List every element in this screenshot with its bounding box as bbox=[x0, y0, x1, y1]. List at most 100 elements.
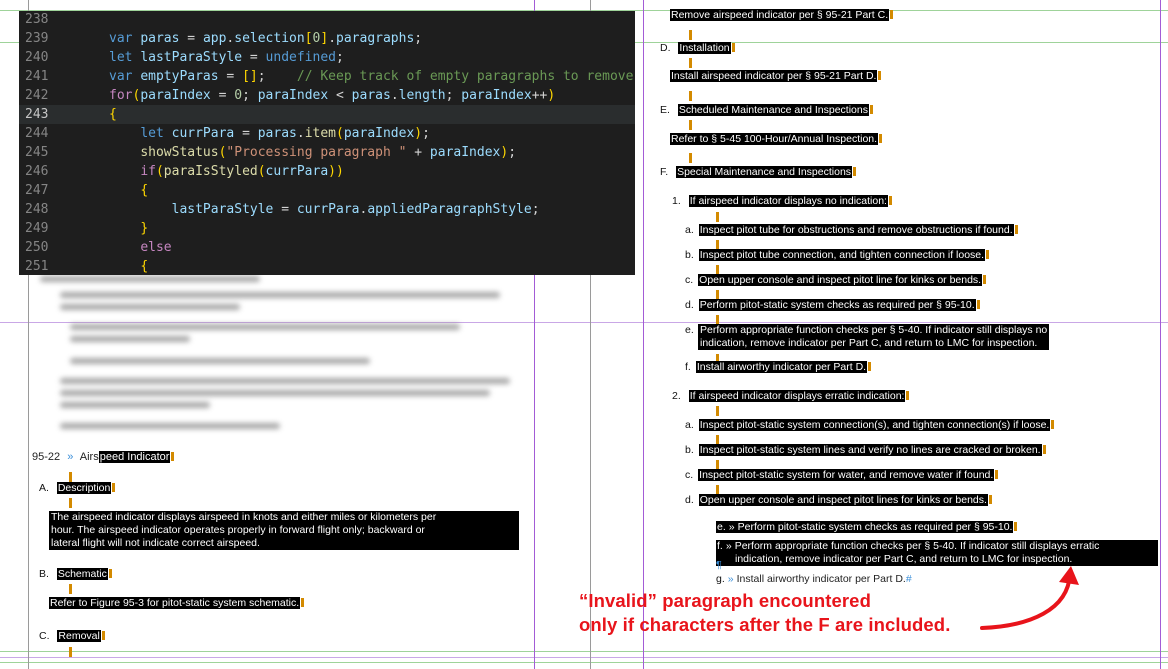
sub-f-invalid[interactable]: f.» Perform appropriate function checks p… bbox=[716, 540, 1158, 566]
list-item[interactable]: a. Inspect pitot tube for obstructions an… bbox=[685, 224, 1018, 237]
sub-f[interactable]: F. Special Maintenance and Inspections bbox=[660, 166, 857, 179]
code-line[interactable]: 244 let currPara = paras.item(paraIndex)… bbox=[19, 124, 635, 143]
list-item[interactable]: e. Perform appropriate function checks pe… bbox=[685, 324, 1050, 350]
code-line[interactable]: 251 { bbox=[19, 257, 635, 275]
line-number: 241 bbox=[25, 69, 49, 84]
code-text[interactable]: } bbox=[109, 219, 148, 238]
guide-bottom-3 bbox=[0, 662, 1168, 663]
list-item-label: a. bbox=[685, 419, 694, 431]
code-line[interactable]: 239 var paras = app.selection[0].paragrap… bbox=[19, 29, 635, 48]
sub-e-invalid-text: e.» Perform pitot-static system checks as… bbox=[716, 521, 1014, 533]
step-2[interactable]: 2. If airspeed indicator displays errati… bbox=[672, 390, 910, 403]
list-item-label: c. bbox=[685, 274, 694, 286]
schematic-body[interactable]: Refer to Figure 95-3 for pitot-static sy… bbox=[49, 597, 305, 610]
list-item-label: d. bbox=[685, 299, 694, 311]
sub-e-invalid-body: Perform pitot-static system checks as re… bbox=[737, 521, 1013, 533]
sub-e-title: Scheduled Maintenance and Inspections bbox=[677, 104, 869, 116]
list-item-text: Inspect pitot tube connection, and tight… bbox=[698, 249, 986, 261]
step-1[interactable]: 1. If airspeed indicator displays no ind… bbox=[672, 195, 892, 208]
section-heading[interactable]: 95-22 » Airspeed Indicator bbox=[32, 451, 175, 464]
code-line[interactable]: 246 if(paraIsStyled(currPara)) bbox=[19, 162, 635, 181]
remove-line[interactable]: Remove airspeed indicator per § 95-21 Pa… bbox=[670, 9, 894, 22]
description-body[interactable]: The airspeed indicator displays airspeed… bbox=[49, 511, 519, 550]
list-item[interactable]: d. Perform pitot-static system checks as … bbox=[685, 299, 980, 312]
remove-line-text: Remove airspeed indicator per § 95-21 Pa… bbox=[670, 9, 890, 21]
heading-selected-text: peed Indicator bbox=[98, 451, 171, 463]
sub-a-label: A. bbox=[39, 482, 49, 494]
line-number: 251 bbox=[25, 259, 49, 274]
code-text[interactable]: { bbox=[109, 105, 117, 124]
list-item-text: Inspect pitot tube for obstructions and … bbox=[698, 224, 1014, 236]
list-item[interactable]: d. Open upper console and inspect pitot l… bbox=[685, 494, 992, 507]
code-line[interactable]: 250 else bbox=[19, 238, 635, 257]
code-text[interactable]: { bbox=[109, 181, 148, 200]
sub-a[interactable]: A. Description bbox=[39, 482, 116, 495]
list-item-label: a. bbox=[685, 224, 694, 236]
pilcrow: ¶ bbox=[716, 559, 722, 571]
code-line[interactable]: 249 } bbox=[19, 219, 635, 238]
list-item-label: c. bbox=[685, 469, 694, 481]
list-item[interactable]: b. Inspect pitot tube connection, and tig… bbox=[685, 249, 990, 262]
list-item-text: Install airworthy indicator per Part D. bbox=[695, 361, 868, 373]
code-text[interactable]: else bbox=[109, 238, 171, 257]
sub-d[interactable]: D. Installation bbox=[660, 42, 735, 55]
step-2-label: 2. bbox=[672, 390, 681, 402]
code-text[interactable]: showStatus("Processing paragraph " + par… bbox=[109, 143, 516, 162]
code-text[interactable]: let lastParaStyle = undefined; bbox=[109, 48, 344, 67]
install-body[interactable]: Install airspeed indicator per § 95-21 P… bbox=[670, 70, 882, 83]
code-text[interactable]: lastParaStyle = currPara.appliedParagrap… bbox=[109, 200, 540, 219]
sub-e-invalid[interactable]: e.» Perform pitot-static system checks as… bbox=[716, 521, 1018, 534]
sub-g-text: Install airworthy indicator per Part D. bbox=[736, 573, 906, 585]
list-item[interactable]: a. Inspect pitot-static system connection… bbox=[685, 419, 1055, 432]
sub-g[interactable]: g.» Install airworthy indicator per Part … bbox=[716, 573, 912, 586]
code-line[interactable]: 248 lastParaStyle = currPara.appliedPara… bbox=[19, 200, 635, 219]
code-editor[interactable]: 238 239 var paras = app.selection[0].parag… bbox=[19, 11, 635, 275]
step-1-label: 1. bbox=[672, 195, 681, 207]
code-line[interactable]: 238 bbox=[19, 11, 635, 29]
line-number: 245 bbox=[25, 145, 49, 160]
list-item-label: b. bbox=[685, 249, 694, 261]
list-item-text: Inspect pitot-static system for water, a… bbox=[698, 469, 995, 481]
code-line[interactable]: 247 { bbox=[19, 181, 635, 200]
description-line-2: hour. The airspeed indicator operates pr… bbox=[51, 524, 425, 536]
sub-c-label: C. bbox=[39, 630, 50, 642]
code-text[interactable]: var paras = app.selection[0].paragraphs; bbox=[109, 29, 422, 48]
tab-marker: » bbox=[67, 451, 74, 463]
scheduled-text: Refer to § 5-45 100-Hour/Annual Inspecti… bbox=[670, 133, 879, 145]
code-line[interactable]: 240 let lastParaStyle = undefined; bbox=[19, 48, 635, 67]
code-line[interactable]: 243 { bbox=[19, 105, 635, 124]
line-number: 243 bbox=[25, 107, 49, 122]
sub-c-title: Removal bbox=[57, 630, 101, 642]
code-text[interactable]: if(paraIsStyled(currPara)) bbox=[109, 162, 344, 181]
list-item[interactable]: b. Inspect pitot-static system lines and … bbox=[685, 444, 1046, 457]
line-number: 247 bbox=[25, 183, 49, 198]
scheduled-body[interactable]: Refer to § 5-45 100-Hour/Annual Inspecti… bbox=[670, 133, 883, 146]
code-line[interactable]: 245 showStatus("Processing paragraph " +… bbox=[19, 143, 635, 162]
code-text[interactable]: { bbox=[109, 257, 148, 275]
sub-d-title: Installation bbox=[678, 42, 731, 54]
line-number: 250 bbox=[25, 240, 49, 255]
list-item-text: Perform pitot-static system checks as re… bbox=[698, 299, 976, 311]
code-text[interactable]: let currPara = paras.item(paraIndex); bbox=[109, 124, 430, 143]
list-item[interactable]: f. Install airworthy indicator per Part D… bbox=[685, 361, 872, 374]
sub-b[interactable]: B. Schematic bbox=[39, 568, 112, 581]
code-line[interactable]: 242 for(paraIndex = 0; paraIndex < paras.… bbox=[19, 86, 635, 105]
para-marker bbox=[689, 30, 692, 40]
para-marker bbox=[716, 406, 719, 416]
sub-e[interactable]: E. Scheduled Maintenance and Inspections bbox=[660, 104, 873, 117]
sub-c[interactable]: C. Removal bbox=[39, 630, 105, 643]
sub-a-title: Description bbox=[56, 482, 112, 494]
code-text[interactable]: for(paraIndex = 0; paraIndex < paras.len… bbox=[109, 86, 555, 105]
para-marker bbox=[689, 153, 692, 163]
description-line-1: The airspeed indicator displays airspeed… bbox=[51, 511, 437, 523]
code-line[interactable]: 241 var emptyParas = []; // Keep track of… bbox=[19, 67, 635, 86]
list-item[interactable]: c. Inspect pitot-static system for water,… bbox=[685, 469, 999, 482]
list-item[interactable]: c. Open upper console and inspect pitot l… bbox=[685, 274, 987, 287]
para-marker bbox=[689, 91, 692, 101]
annotation-line-2: only if characters after the F are inclu… bbox=[579, 614, 951, 635]
code-text[interactable]: var emptyParas = []; // Keep track of em… bbox=[109, 67, 635, 86]
annotation-callout: “Invalid” paragraph encountered only if … bbox=[579, 589, 950, 637]
para-marker bbox=[69, 472, 72, 482]
para-marker bbox=[716, 212, 719, 222]
heading-prefix: Airs bbox=[79, 451, 99, 463]
